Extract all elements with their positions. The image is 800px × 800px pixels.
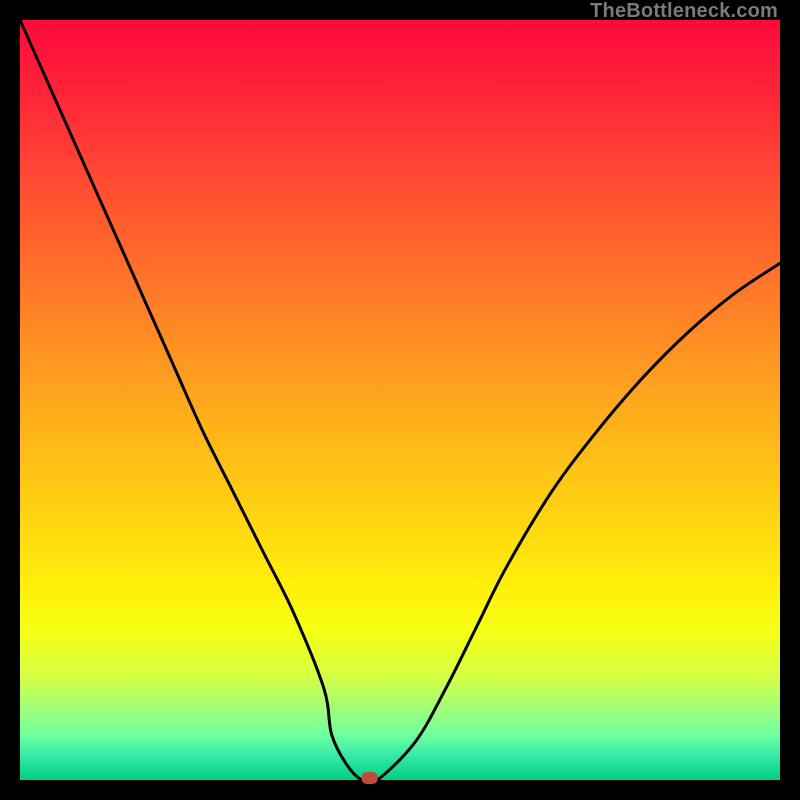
optimum-marker (362, 772, 378, 784)
chart-frame: TheBottleneck.com (0, 0, 800, 800)
plot-area (20, 20, 780, 780)
bottleneck-curve (20, 20, 780, 783)
curve-svg (20, 20, 780, 780)
